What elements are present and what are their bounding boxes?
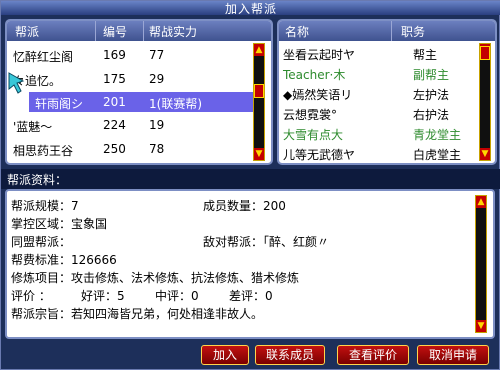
- guild-id: 250: [103, 142, 126, 156]
- header-name[interactable]: 名称: [285, 23, 309, 40]
- info-bad: 差评：0: [229, 289, 273, 303]
- member-list-scrollbar[interactable]: ▲ ▼: [479, 43, 491, 161]
- guild-id: 169: [103, 48, 126, 62]
- mouse-cursor-icon: [8, 72, 25, 94]
- guild-power: 1(联赛帮): [149, 97, 202, 111]
- info-fee: 帮费标准：126666: [11, 253, 117, 267]
- guild-power: 29: [149, 72, 165, 86]
- guild-list-header: 帮派 编号 帮战实力: [7, 21, 271, 41]
- member-name: 坐看云起时ヤ: [283, 48, 356, 62]
- member-name: 儿等无武德ヤ: [283, 148, 356, 162]
- view-rating-button[interactable]: 查看评价: [337, 345, 409, 365]
- info-ally: 同盟帮派：: [11, 235, 72, 249]
- guild-list-scrollbar[interactable]: ▲ ▼: [253, 43, 265, 161]
- header-power[interactable]: 帮战实力: [149, 23, 197, 40]
- guild-power: 77: [149, 48, 165, 62]
- join-button[interactable]: 加入: [201, 345, 249, 365]
- info-section-bar: 帮派资料：: [1, 169, 500, 189]
- member-role: 右护法: [413, 108, 450, 122]
- member-name: Teacher·木: [283, 68, 346, 82]
- member-role: 帮主: [413, 48, 438, 62]
- guild-id: 175: [103, 72, 126, 86]
- scroll-thumb[interactable]: [480, 46, 490, 60]
- info-good: 好评：5: [81, 289, 125, 303]
- scroll-down-icon[interactable]: ▼: [476, 320, 486, 332]
- info-cultivation: 修炼项目：攻击修炼、法术修炼、抗法修炼、猎术修炼: [11, 271, 300, 285]
- member-name: 云想霓裳°: [283, 108, 338, 122]
- scroll-down-icon[interactable]: ▼: [480, 148, 490, 160]
- member-list-panel: 名称 职务 坐看云起时ヤ 帮主 Teacher·木 副帮主 ◆嫣然笑语リ 左护法…: [277, 19, 497, 165]
- scroll-up-icon[interactable]: ▲: [254, 44, 264, 56]
- guild-name: 相思药王谷: [13, 144, 74, 158]
- member-name: ◆嫣然笑语リ: [283, 88, 353, 102]
- scroll-up-icon[interactable]: ▲: [476, 196, 486, 208]
- header-divider: [95, 21, 96, 41]
- guild-row[interactable]: '蓝魅～ 224 19: [7, 115, 253, 135]
- info-motto: 帮派宗旨：若知四海皆兄弟，何处相逢非故人。: [11, 307, 264, 321]
- member-row[interactable]: Teacher·木 副帮主: [279, 63, 477, 83]
- member-role: 左护法: [413, 88, 450, 102]
- scroll-down-icon[interactable]: ▼: [254, 148, 264, 160]
- header-divider: [391, 21, 392, 41]
- info-scrollbar[interactable]: ▲ ▼: [475, 195, 487, 333]
- member-row[interactable]: 儿等无武德ヤ 白虎堂主: [279, 143, 477, 163]
- guild-power: 78: [149, 142, 165, 156]
- guild-name: '蓝魅～: [13, 120, 53, 134]
- guild-power: 19: [149, 118, 165, 132]
- guild-name: 忆醉红尘阁: [13, 50, 74, 64]
- member-role: 副帮主: [413, 68, 450, 82]
- guild-row-selected[interactable]: 轩雨阁シ 201 1(联赛帮): [29, 92, 253, 112]
- guild-id: 224: [103, 118, 126, 132]
- member-role: 青龙堂主: [413, 128, 462, 142]
- member-row[interactable]: 坐看云起时ヤ 帮主: [279, 43, 477, 63]
- guild-info-panel: 帮派规模：7 成员数量：200 掌控区域：宝象国 同盟帮派： 敌对帮派：「醉、红…: [5, 189, 495, 339]
- member-list-header: 名称 职务: [279, 21, 495, 41]
- info-scale: 帮派规模：7: [11, 199, 79, 213]
- member-row[interactable]: ◆嫣然笑语リ 左护法: [279, 83, 477, 103]
- info-enemy: 敌对帮派：「醉、红颜〃: [203, 235, 330, 249]
- guild-row[interactable]: 々追忆。 175 29: [7, 69, 253, 89]
- info-rating-label: 评价 ：: [11, 289, 51, 303]
- info-territory: 掌控区域：宝象国: [11, 217, 108, 231]
- window-title: 加入帮派: [224, 2, 277, 16]
- header-divider: [143, 21, 144, 41]
- member-row[interactable]: 云想霓裳° 右护法: [279, 103, 477, 123]
- guild-name: 轩雨阁シ: [35, 97, 84, 111]
- guild-list-panel: 帮派 编号 帮战实力 忆醉红尘阁 169 77 々追忆。 175 29 轩雨阁シ…: [5, 19, 273, 165]
- cancel-application-button[interactable]: 取消申请: [417, 345, 489, 365]
- header-role[interactable]: 职务: [401, 23, 425, 40]
- info-mid: 中评：0: [155, 289, 199, 303]
- member-name: 大雪有点大: [283, 128, 344, 142]
- member-role: 白虎堂主: [413, 148, 462, 162]
- title-bar[interactable]: 加入帮派: [1, 1, 500, 16]
- info-members: 成员数量：200: [203, 199, 286, 213]
- member-row[interactable]: 大雪有点大 青龙堂主: [279, 123, 477, 143]
- contact-member-button[interactable]: 联系成员: [255, 345, 325, 365]
- join-guild-window: 加入帮派 帮派 编号 帮战实力 忆醉红尘阁 169 77 々追忆。 175 29…: [0, 0, 500, 370]
- guild-row[interactable]: 忆醉红尘阁 169 77: [7, 45, 253, 65]
- scroll-thumb[interactable]: [254, 84, 264, 98]
- guild-id: 201: [103, 95, 126, 109]
- header-id[interactable]: 编号: [103, 23, 127, 40]
- header-guild[interactable]: 帮派: [15, 23, 39, 40]
- guild-row[interactable]: 相思药王谷 250 78: [7, 139, 253, 159]
- info-section-title: 帮派资料：: [7, 173, 68, 187]
